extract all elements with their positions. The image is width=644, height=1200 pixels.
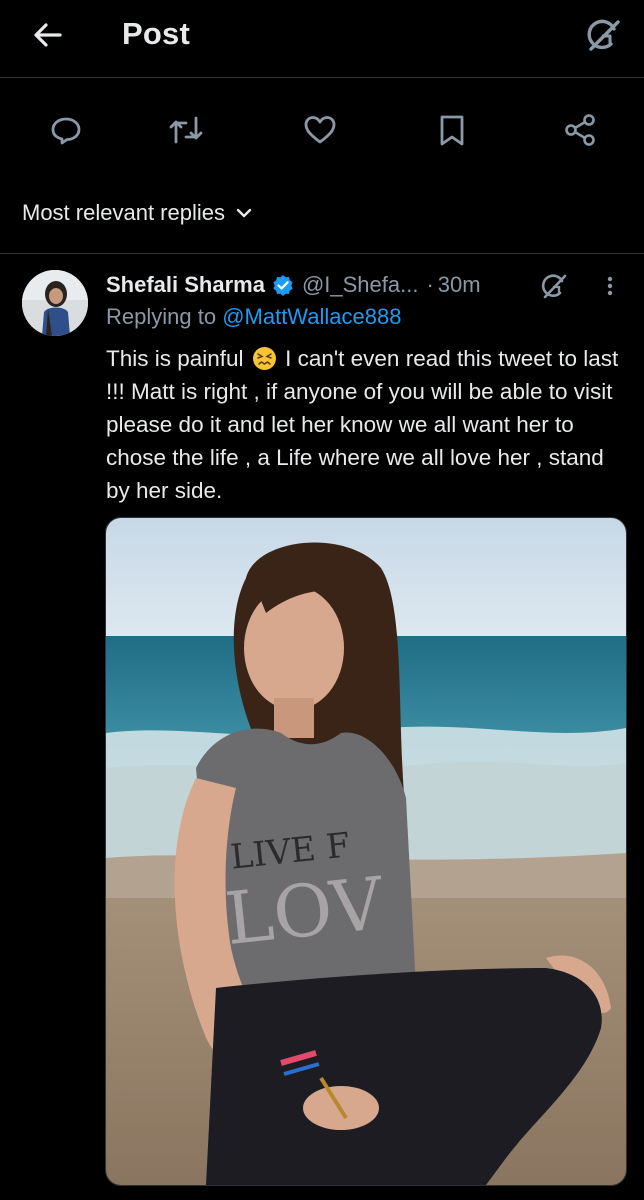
more-vertical-icon xyxy=(607,276,613,296)
photo-image: LIVE F LOV xyxy=(106,518,626,1185)
bookmark-button[interactable] xyxy=(434,112,470,148)
like-icon xyxy=(304,116,336,144)
grok-reply-button[interactable] xyxy=(538,270,570,302)
svg-text:LOV: LOV xyxy=(221,861,388,961)
reply-button[interactable] xyxy=(48,112,84,148)
post-action-bar xyxy=(0,78,644,188)
repost-button[interactable] xyxy=(166,112,203,148)
reply-sort-dropdown[interactable]: Most relevant replies xyxy=(22,200,253,226)
author-handle[interactable]: @I_Shefa... xyxy=(302,272,419,298)
bookmark-icon xyxy=(440,115,464,146)
grok-icon xyxy=(541,274,567,299)
verified-badge-icon xyxy=(273,275,293,296)
reply-icon xyxy=(51,117,81,145)
share-icon xyxy=(565,114,595,146)
attached-photo[interactable]: LIVE F LOV xyxy=(105,517,627,1186)
like-button[interactable] xyxy=(302,112,338,148)
replying-to-line: Replying to @MattWallace888 xyxy=(106,304,401,330)
page-title: Post xyxy=(122,16,190,51)
separator: · xyxy=(426,272,434,297)
confounded-face-emoji-icon xyxy=(252,347,276,370)
timestamp[interactable]: 30m xyxy=(438,272,481,298)
reply-text: This is painful I can't even read this t… xyxy=(106,342,626,507)
grok-button[interactable] xyxy=(582,14,624,56)
avatar-image xyxy=(22,270,88,336)
back-button[interactable] xyxy=(30,17,66,53)
mention-link[interactable]: @MattWallace888 xyxy=(222,304,401,329)
avatar[interactable] xyxy=(22,270,88,336)
chevron-down-icon xyxy=(236,208,252,218)
more-options-button[interactable] xyxy=(602,270,618,302)
replying-to-prefix: Replying to xyxy=(106,304,223,329)
top-bar: Post xyxy=(0,0,644,78)
share-button[interactable] xyxy=(562,112,598,148)
grok-icon xyxy=(587,19,620,51)
author-name[interactable]: Shefali Sharma xyxy=(106,272,265,298)
back-arrow-icon xyxy=(34,23,62,47)
divider xyxy=(0,253,644,254)
reply-text-part1: This is painful xyxy=(106,346,244,371)
repost-icon xyxy=(169,116,203,144)
reply-header: Shefali Sharma @I_Shefa... · 30m xyxy=(106,268,626,302)
reply-sort-label: Most relevant replies xyxy=(22,200,225,225)
